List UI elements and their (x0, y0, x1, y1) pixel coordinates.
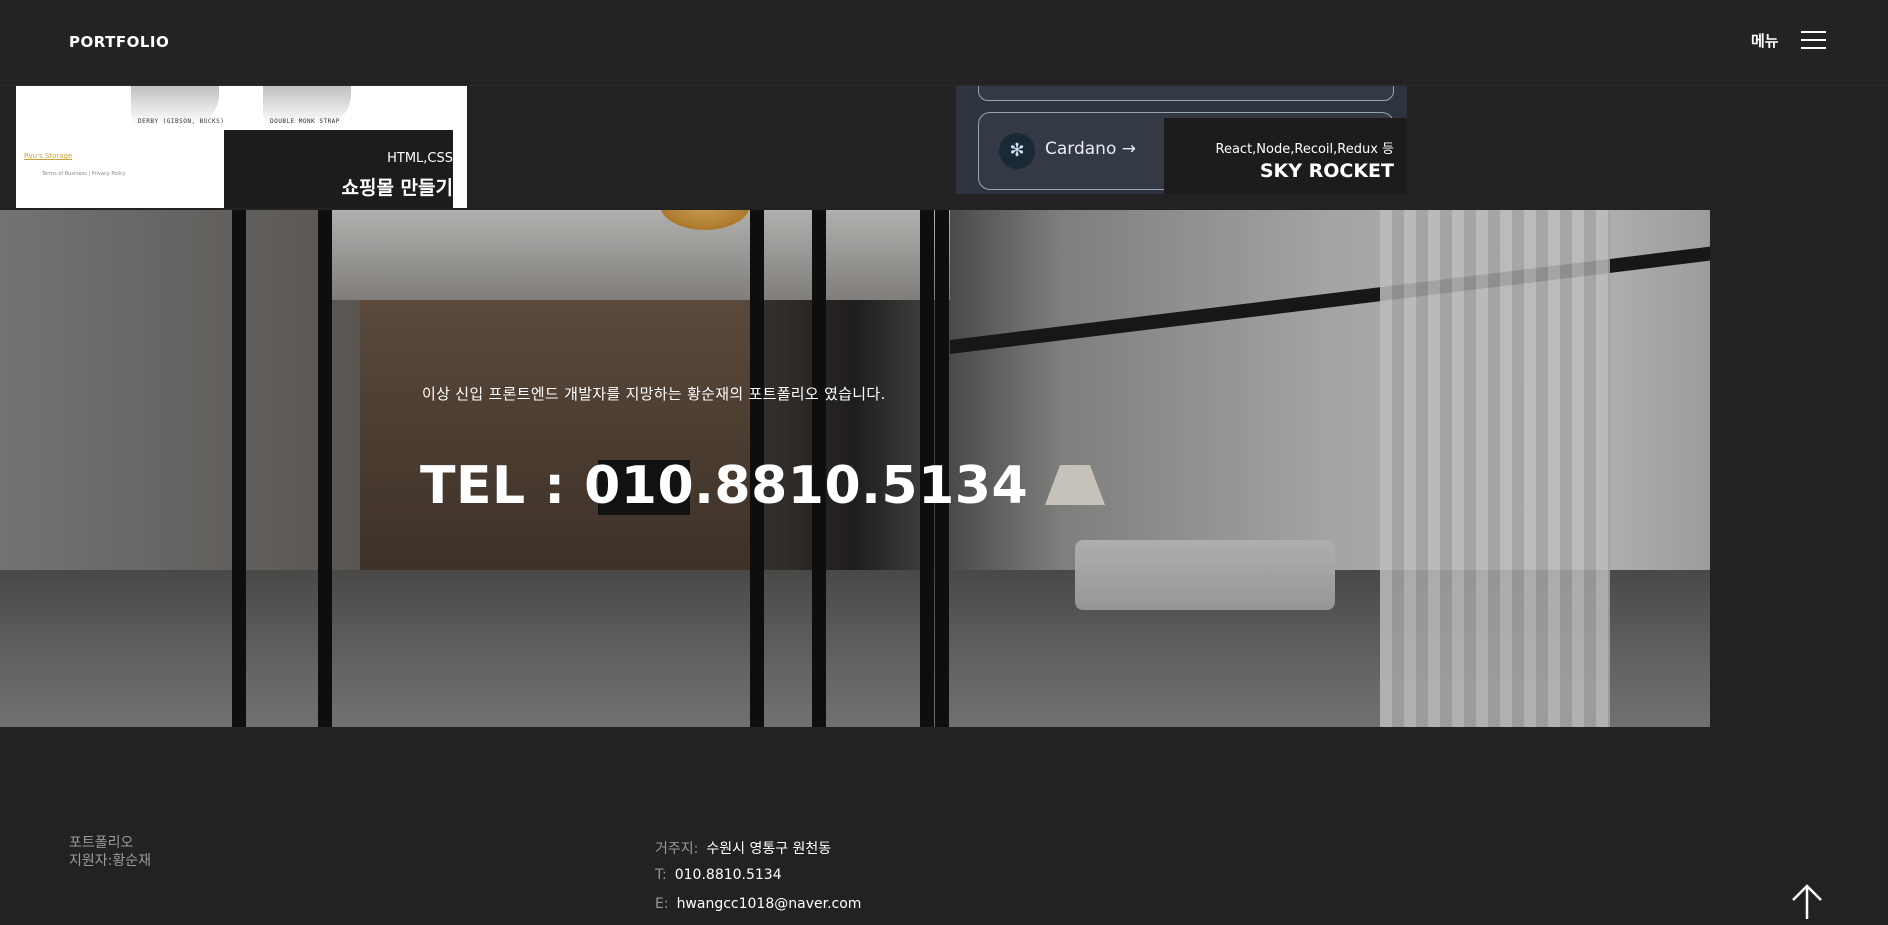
phone-value: 010.8810.5134 (674, 867, 782, 883)
footer-address: 거주지: 수원시 영통구 원천동 (655, 838, 861, 867)
footer-email: E: hwangcc1018@naver.com (655, 896, 861, 925)
shoe-caption: DERBY (GIBSON, BUCKS) (138, 118, 225, 125)
thumbnail-nav: Terms of Business | Privacy Policy (42, 171, 126, 177)
footer-phone: T: 010.8810.5134 (655, 867, 861, 896)
site-header: PORTFOLIO 메뉴 (0, 0, 1888, 86)
thumbnail-link: Ryu's Storage (24, 152, 73, 160)
footer-brand-line: 포트폴리오 (69, 835, 134, 851)
hero-subtitle: 이상 신입 프론트엔드 개발자를 지망하는 황순재의 포트폴리오 였습니다. (422, 385, 886, 403)
coin-name: Cardano → (1045, 139, 1137, 159)
project-caption-shopping[interactable]: HTML,CSS 쇼핑몰 만들기 (224, 130, 453, 208)
hero-section: 이상 신입 프론트엔드 개발자를 지망하는 황순재의 포트폴리오 였습니다. T… (0, 210, 1710, 727)
project-tags: React,Node,Recoil,Redux 등 (1215, 142, 1394, 157)
coin-card (978, 85, 1394, 101)
footer-brand: 포트폴리오 지원자:황순재 (69, 834, 151, 870)
footer-brand-line: 지원자:황순재 (69, 853, 151, 869)
project-tags: HTML,CSS (387, 151, 453, 166)
arrow-up-icon[interactable] (1790, 884, 1824, 919)
thumbnail-footer: Ryu's Storage Terms of Business | Privac… (16, 130, 224, 208)
email-label: E: (655, 896, 669, 912)
project-caption-sky-rocket[interactable]: React,Node,Recoil,Redux 등 SKY ROCKET (1164, 118, 1407, 194)
phone-label: T: (655, 867, 667, 883)
address-value: 수원시 영통구 원천동 (706, 841, 832, 857)
footer-contact: 거주지: 수원시 영통구 원천동 T: 010.8810.5134 E: hwangc… (655, 838, 861, 925)
shoe-images: DERBY (GIBSON, BUCKS) DOUBLE MONK STRAP (16, 85, 467, 130)
shoe-caption: DOUBLE MONK STRAP (270, 118, 340, 125)
email-value[interactable]: hwangcc1018@naver.com (677, 896, 862, 912)
cardano-icon: ✻ (999, 133, 1035, 169)
menu-label[interactable]: 메뉴 (1751, 30, 1779, 51)
project-title: 쇼핑몰 만들기 (341, 177, 454, 199)
hamburger-icon[interactable] (1801, 31, 1826, 50)
logo[interactable]: PORTFOLIO (69, 33, 169, 51)
project-title: SKY ROCKET (1259, 160, 1394, 182)
address-label: 거주지: (655, 841, 699, 857)
hero-phone: TEL : 010.8810.5134 (420, 456, 1029, 516)
